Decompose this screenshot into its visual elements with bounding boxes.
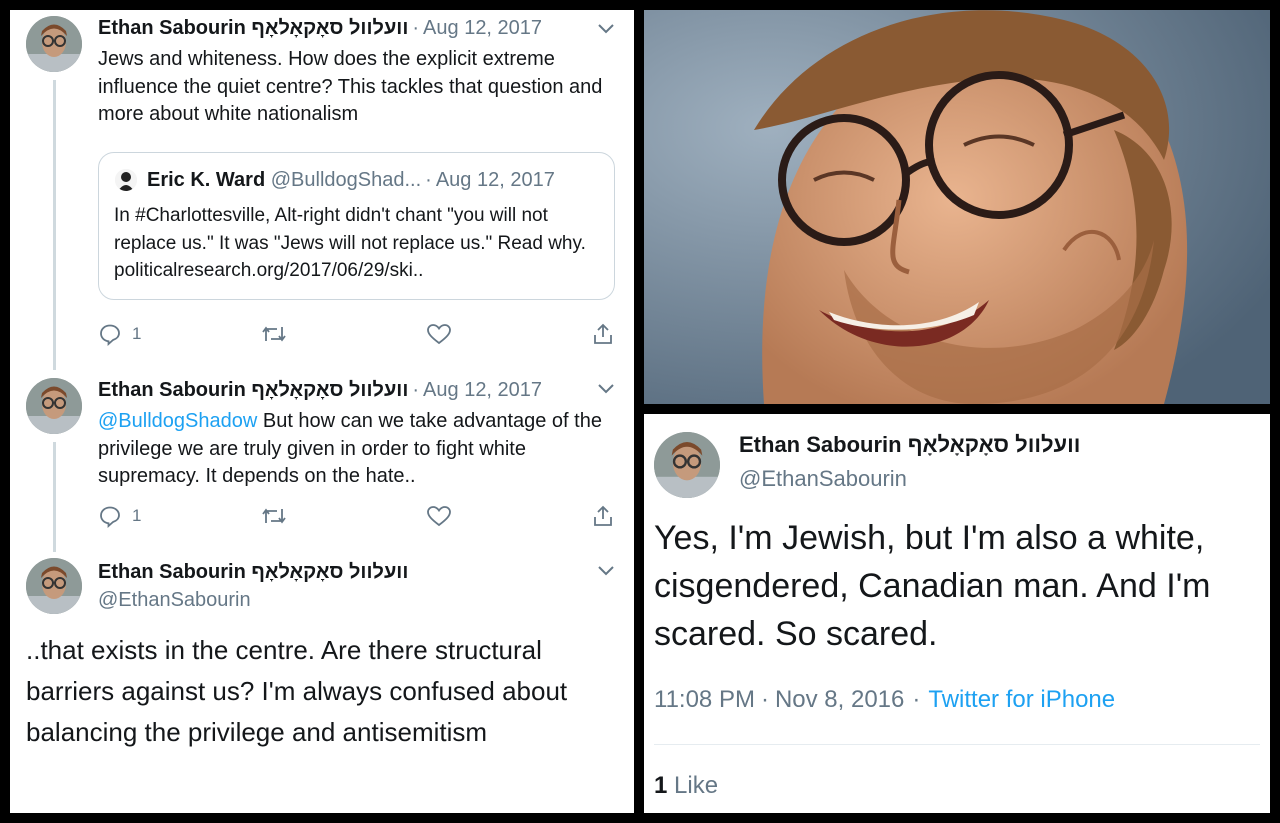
share-icon [594, 505, 612, 526]
tweet-date[interactable]: Nov 8, 2016 [775, 686, 904, 713]
tweet-actions: 1 [98, 504, 618, 532]
quoted-handle: @BulldogShad... [270, 169, 422, 191]
author-name[interactable]: Ethan Sabourin וועלוול סאָקאָלאָף [739, 432, 1080, 457]
tweet-metadata: 11:08 PM · Nov 8, 2016 · Twitter for iPhone [654, 686, 1115, 714]
separator: · [912, 686, 921, 713]
profile-tweet: Ethan Sabourin וועלוול סאָקאָלאָף @Ethan… [644, 414, 1270, 813]
tweet-source[interactable]: Twitter for iPhone [928, 686, 1115, 713]
tweet-text: @BulldogShadow But how can we take advan… [98, 408, 618, 491]
share-icon [594, 323, 612, 344]
like-icon [427, 506, 451, 527]
handle-row: @EthanSabourin [98, 589, 251, 612]
tweet-date[interactable]: Aug 12, 2017 [423, 17, 542, 39]
thread-line [53, 442, 56, 552]
tweet-text: ..that exists in the centre. Are there s… [26, 635, 568, 747]
tweet-header: Ethan Sabourin וועלוול סאָקאָלאָף · Aug 12… [98, 17, 542, 40]
tweet-header: Ethan Sabourin וועלוול סאָקאָלאָף [739, 432, 1080, 458]
like-count: 1 [654, 772, 668, 799]
author-handle[interactable]: @EthanSabourin [739, 466, 907, 491]
separator: · [425, 169, 432, 191]
tweet-text: Yes, I'm Jewish, but I'm also a white, c… [654, 519, 1211, 653]
retweet-icon [262, 326, 286, 342]
reply-count: 1 [132, 506, 142, 525]
mention-link[interactable]: @BulldogShadow [98, 410, 257, 432]
tweet-actions: 1 [98, 322, 618, 350]
quoted-author-name: Eric K. Ward [147, 169, 266, 191]
like-icon [427, 324, 451, 345]
author-name[interactable]: Ethan Sabourin וועלוול סאָקאָלאָף [98, 17, 408, 39]
avatar[interactable] [26, 378, 82, 434]
share-button[interactable] [591, 504, 615, 528]
separator: · [412, 17, 420, 39]
chevron-down-icon[interactable] [596, 382, 616, 396]
author-name[interactable]: Ethan Sabourin וועלוול סאָקאָלאָף [98, 561, 408, 583]
retweet-button[interactable] [260, 504, 288, 528]
divider [654, 744, 1260, 745]
reply-count: 1 [132, 324, 142, 343]
share-button[interactable] [591, 322, 615, 346]
author-name[interactable]: Ethan Sabourin וועלוול סאָקאָלאָף [98, 379, 408, 401]
retweet-button[interactable] [260, 322, 288, 346]
reply-button[interactable]: 1 [98, 322, 141, 346]
quoted-header: Eric K. Ward @BulldogShad... · Aug 12, 201… [147, 169, 555, 192]
tweet-header: Ethan Sabourin וועלוול סאָקאָלאָף [98, 561, 408, 584]
tweet-time[interactable]: 11:08 PM [654, 686, 755, 713]
handle-row: @EthanSabourin [739, 466, 907, 492]
left-tweet-thread: Ethan Sabourin וועלוול סאָקאָלאָף · Aug 12… [10, 10, 634, 813]
portrait-illustration [644, 10, 1270, 404]
separator: · [412, 379, 420, 401]
quoted-tweet[interactable]: Eric K. Ward @BulldogShad... · Aug 12, 201… [98, 152, 615, 300]
avatar[interactable] [26, 16, 82, 72]
photo [644, 10, 1270, 404]
thread-line [53, 80, 56, 370]
tweet-header: Ethan Sabourin וועלוול סאָקאָלאָף · Aug 12… [98, 379, 542, 402]
avatar [115, 169, 137, 191]
tweet-text: Jews and whiteness. How does the explici… [98, 48, 603, 125]
reply-button[interactable]: 1 [98, 504, 141, 528]
chevron-down-icon[interactable] [596, 564, 616, 578]
author-handle[interactable]: @EthanSabourin [98, 589, 251, 611]
reply-icon [100, 324, 120, 346]
tweet-date[interactable]: Aug 12, 2017 [423, 379, 542, 401]
like-button[interactable] [426, 322, 452, 346]
quoted-date: Aug 12, 2017 [435, 169, 555, 191]
like-label: Like [674, 772, 719, 799]
separator: · [760, 686, 769, 713]
retweet-icon [262, 508, 286, 524]
reply-icon [100, 506, 120, 528]
avatar[interactable] [654, 432, 720, 498]
like-stat[interactable]: 1 Like [654, 772, 718, 800]
avatar[interactable] [26, 558, 82, 614]
chevron-down-icon[interactable] [596, 22, 616, 36]
quoted-text: In #Charlottesville, Alt-right didn't ch… [114, 205, 586, 281]
like-button[interactable] [426, 504, 452, 528]
